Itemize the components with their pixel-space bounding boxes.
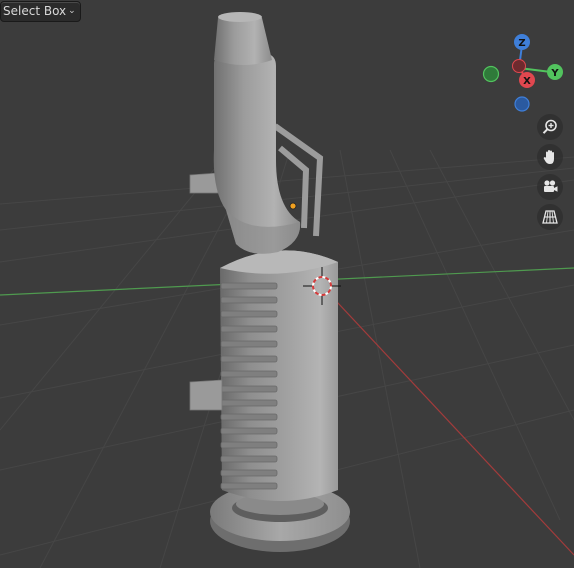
zoom-in-icon xyxy=(542,119,557,134)
pan-button[interactable] xyxy=(537,144,563,170)
x-axis-line xyxy=(321,285,574,556)
select-mode-dropdown[interactable]: Select Box ⌄ xyxy=(0,1,81,22)
gizmo-y-label: Y xyxy=(550,68,559,79)
hand-pan-icon xyxy=(543,150,554,164)
navigation-gizmo[interactable]: Z Y X xyxy=(482,34,564,112)
gizmo-z-label: Z xyxy=(518,38,525,49)
camera-view-button[interactable] xyxy=(537,174,563,200)
chevron-down-icon: ⌄ xyxy=(68,6,76,16)
select-mode-label: Select Box xyxy=(3,4,67,18)
3d-viewport[interactable]: Z Y X xyxy=(0,0,574,568)
mesh-object[interactable] xyxy=(189,12,350,552)
zoom-button[interactable] xyxy=(537,114,563,140)
grid-ortho-icon xyxy=(542,210,558,224)
gizmo-x-label: X xyxy=(523,76,531,87)
gizmo-neg-z[interactable] xyxy=(514,96,530,112)
gizmo-neg-y[interactable] xyxy=(482,65,500,83)
camera-icon xyxy=(544,180,558,192)
gizmo-neg-x[interactable] xyxy=(512,59,526,73)
ortho-toggle-button[interactable] xyxy=(537,204,563,230)
